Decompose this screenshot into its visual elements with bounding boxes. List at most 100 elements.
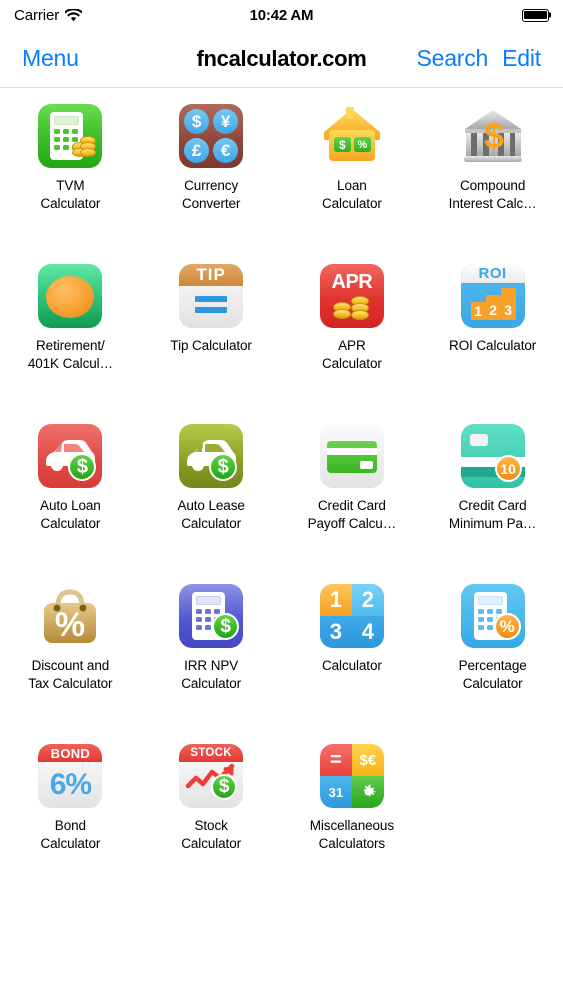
svg-text:$: $ bbox=[484, 115, 504, 156]
grid-item-percentage-calculator[interactable]: % Percentage Calculator bbox=[422, 584, 563, 693]
carrier-label: Carrier bbox=[14, 6, 60, 24]
dollar-badge: $ bbox=[211, 774, 238, 800]
roi-calculator-icon: ROI 1 2 3 bbox=[460, 264, 525, 328]
roi-header-label: ROI bbox=[460, 264, 525, 283]
grid-item-label: TVM Calculator bbox=[40, 178, 101, 211]
grid-item-label: ROI Calculator bbox=[449, 338, 537, 353]
grid-item-credit-card-payoff-calculator[interactable]: Credit Card Payoff Calcu… bbox=[282, 424, 423, 533]
grid-item-label: Credit Card Payoff Calcu… bbox=[307, 498, 397, 531]
credit-card-minimum-icon: 10 bbox=[460, 424, 525, 488]
retirement-401k-icon bbox=[38, 264, 103, 328]
grid-item-label: Auto Lease Calculator bbox=[177, 498, 245, 531]
apr-header-label: APR bbox=[331, 271, 373, 293]
grid-item-label: Stock Calculator bbox=[181, 818, 242, 851]
grid-item-label: Tip Calculator bbox=[170, 338, 252, 353]
grid-item-label: Loan Calculator bbox=[321, 178, 382, 211]
pound-symbol: £ bbox=[184, 138, 210, 163]
grid-item-calculator[interactable]: 1 2 3 4 Calculator bbox=[282, 584, 423, 693]
euro-symbol: € bbox=[213, 138, 239, 163]
grid-item-loan-calculator[interactable]: $ % Loan Calculator bbox=[282, 104, 423, 213]
grid-item-label: Credit Card Minimum Pa… bbox=[448, 498, 537, 531]
calc-digit-2: 2 bbox=[351, 584, 384, 616]
grid-item-label: IRR NPV Calculator bbox=[181, 658, 242, 691]
grid-item-label: Calculator bbox=[321, 658, 382, 673]
minimum-payment-badge: 10 bbox=[494, 455, 522, 482]
search-button[interactable]: Search bbox=[416, 45, 488, 72]
dollar-badge: $ bbox=[212, 613, 240, 640]
currency-symbol: $€ bbox=[351, 744, 384, 776]
roi-bar-2: 2 bbox=[485, 295, 501, 320]
equals-symbol: = bbox=[319, 744, 352, 776]
grid-item-tvm-calculator[interactable]: TVM Calculator bbox=[0, 104, 141, 213]
grid-item-discount-tax-calculator[interactable]: % Discount and Tax Calculator bbox=[0, 584, 141, 693]
grid-item-compound-interest-calculator[interactable]: $ Compound Interest Calc… bbox=[422, 104, 563, 213]
calc-digit-4: 4 bbox=[351, 616, 384, 648]
grid-item-label: Discount and Tax Calculator bbox=[28, 658, 113, 691]
loan-calculator-icon: $ % bbox=[319, 104, 384, 168]
compound-interest-icon: $ bbox=[460, 104, 525, 168]
nav-right-group: Search Edit bbox=[416, 45, 541, 72]
grid-item-retirement-401k-calculator[interactable]: Retirement/ 401K Calcul… bbox=[0, 264, 141, 373]
grid-item-label: Retirement/ 401K Calcul… bbox=[27, 338, 113, 371]
edit-button[interactable]: Edit bbox=[502, 45, 541, 72]
grid-item-tip-calculator[interactable]: TIP Tip Calculator bbox=[141, 264, 282, 373]
stock-calculator-icon: STOCK $ bbox=[179, 744, 244, 808]
calculator-grid: TVM Calculator $ ¥ £ € Currency Converte… bbox=[0, 88, 563, 853]
bond-calculator-icon: BOND 6% bbox=[38, 744, 103, 808]
grid-item-miscellaneous-calculators[interactable]: = $€ 31 Miscellaneous Calculators bbox=[282, 744, 423, 853]
calc-digit-3: 3 bbox=[319, 616, 352, 648]
grid-item-bond-calculator[interactable]: BOND 6% Bond Calculator bbox=[0, 744, 141, 853]
calc-digit-1: 1 bbox=[319, 584, 352, 616]
battery-full-icon bbox=[522, 8, 552, 22]
grid-item-auto-loan-calculator[interactable]: $ Auto Loan Calculator bbox=[0, 424, 141, 533]
tip-calculator-icon: TIP bbox=[179, 264, 244, 328]
yen-symbol: ¥ bbox=[213, 109, 239, 134]
grid-item-label: Auto Loan Calculator bbox=[40, 498, 101, 531]
roi-bar-3: 3 bbox=[500, 288, 516, 320]
status-bar: Carrier 10:42 AM bbox=[0, 0, 563, 30]
auto-lease-icon: $ bbox=[179, 424, 244, 488]
grid-item-roi-calculator[interactable]: ROI 1 2 3 ROI Calculator bbox=[422, 264, 563, 373]
status-bar-right bbox=[522, 8, 552, 22]
nav-left-group: Menu bbox=[22, 45, 79, 72]
status-bar-clock: 10:42 AM bbox=[249, 6, 314, 24]
percent-badge: % bbox=[353, 137, 371, 152]
grid-item-apr-calculator[interactable]: APR APR Calculator bbox=[282, 264, 423, 373]
grid-item-auto-lease-calculator[interactable]: $ Auto Lease Calculator bbox=[141, 424, 282, 533]
miscellaneous-calculators-icon: = $€ 31 bbox=[319, 744, 384, 808]
currency-converter-icon: $ ¥ £ € bbox=[179, 104, 244, 168]
navigation-bar: Menu fncalculator.com Search Edit bbox=[0, 30, 563, 88]
wifi-icon bbox=[65, 8, 83, 21]
tvm-calculator-icon bbox=[38, 104, 103, 168]
dollar-badge: $ bbox=[333, 137, 351, 152]
grid-item-stock-calculator[interactable]: STOCK $ Stock Calculator bbox=[141, 744, 282, 853]
grid-item-label: Miscellaneous Calculators bbox=[309, 818, 394, 851]
bond-rate-label: 6% bbox=[49, 768, 92, 801]
grid-item-label: Percentage Calculator bbox=[458, 658, 527, 691]
grid-item-label: Currency Converter bbox=[181, 178, 241, 211]
credit-card-payoff-icon bbox=[319, 424, 384, 488]
irr-npv-icon: $ bbox=[179, 584, 244, 648]
auto-loan-icon: $ bbox=[38, 424, 103, 488]
dollar-badge: $ bbox=[209, 453, 238, 481]
status-bar-left: Carrier bbox=[14, 6, 83, 24]
grid-item-irr-npv-calculator[interactable]: $ IRR NPV Calculator bbox=[141, 584, 282, 693]
menu-button[interactable]: Menu bbox=[22, 45, 79, 72]
svg-text:%: % bbox=[55, 606, 85, 644]
roi-bar-1: 1 bbox=[470, 302, 486, 320]
calculator-icon: 1 2 3 4 bbox=[319, 584, 384, 648]
percentage-calculator-icon: % bbox=[460, 584, 525, 648]
gear-icon bbox=[351, 776, 384, 808]
grid-item-currency-converter[interactable]: $ ¥ £ € Currency Converter bbox=[141, 104, 282, 213]
calendar-icon: 31 bbox=[319, 776, 352, 808]
tip-header-label: TIP bbox=[179, 264, 244, 286]
grid-item-credit-card-minimum-payment[interactable]: 10 Credit Card Minimum Pa… bbox=[422, 424, 563, 533]
grid-item-label: APR Calculator bbox=[321, 338, 382, 371]
dollar-symbol: $ bbox=[184, 109, 210, 134]
bond-header-label: BOND bbox=[38, 744, 103, 762]
percent-badge: % bbox=[493, 613, 521, 640]
apr-calculator-icon: APR bbox=[319, 264, 384, 328]
discount-tax-icon: % bbox=[38, 584, 103, 648]
grid-item-label: Bond Calculator bbox=[40, 818, 101, 851]
grid-item-label: Compound Interest Calc… bbox=[448, 178, 537, 211]
